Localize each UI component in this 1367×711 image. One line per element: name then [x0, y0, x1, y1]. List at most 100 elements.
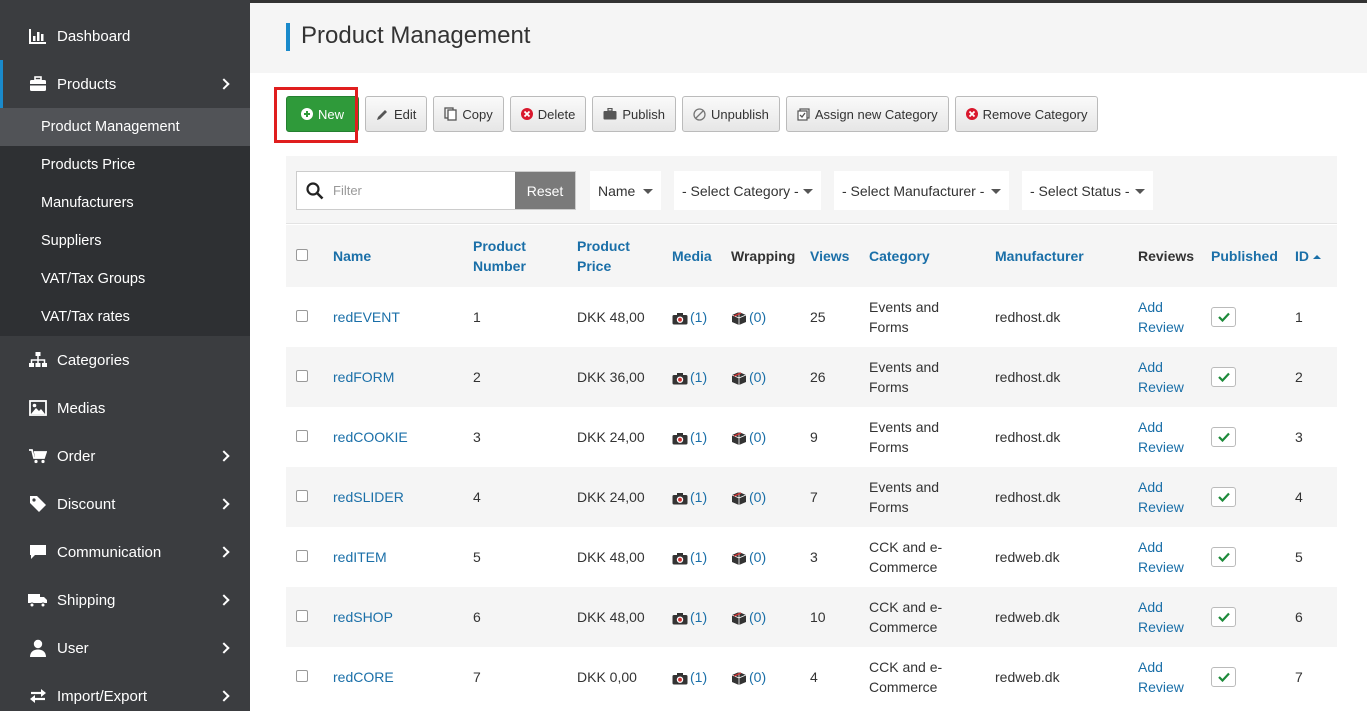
- add-review-link[interactable]: Add Review: [1138, 599, 1184, 635]
- published-toggle[interactable]: [1211, 487, 1236, 507]
- sidebar-item-discount[interactable]: Discount: [0, 480, 250, 528]
- header-category[interactable]: Category: [869, 248, 930, 264]
- sidebar-item-products[interactable]: Products: [0, 60, 250, 108]
- product-name-link[interactable]: redSHOP: [333, 609, 393, 625]
- wrapping-count-link[interactable]: (0): [749, 669, 766, 685]
- product-name-link[interactable]: redITEM: [333, 549, 387, 565]
- category-line1: CCK and e-: [869, 539, 943, 555]
- media-count-link[interactable]: (1): [690, 489, 707, 505]
- submenu-item-suppliers[interactable]: Suppliers: [0, 222, 250, 260]
- add-review-link[interactable]: Add Review: [1138, 539, 1184, 575]
- sidebar-item-label: Products: [57, 75, 117, 93]
- product-name-link[interactable]: redFORM: [333, 369, 394, 385]
- header-id[interactable]: ID: [1295, 248, 1321, 264]
- media-count-link[interactable]: (1): [690, 429, 707, 445]
- reset-button[interactable]: Reset: [515, 172, 575, 209]
- select-all-checkbox[interactable]: [296, 249, 308, 261]
- remove-category-button[interactable]: Remove Category: [954, 96, 1099, 132]
- category-line2: Commerce: [869, 679, 938, 695]
- category-select[interactable]: - Select Category -: [674, 171, 821, 210]
- add-review-line1: Add: [1138, 419, 1163, 435]
- media-count-link[interactable]: (1): [690, 369, 707, 385]
- sidebar-item-user[interactable]: User: [0, 624, 250, 672]
- sidebar-item-medias[interactable]: Medias: [0, 384, 250, 432]
- header-product-number[interactable]: Product Number: [473, 238, 526, 274]
- copy-button[interactable]: Copy: [433, 96, 504, 132]
- product-price: DKK 36,00: [577, 347, 672, 407]
- media-count-link[interactable]: (1): [690, 669, 707, 685]
- product-name-link[interactable]: redCOOKIE: [333, 429, 408, 445]
- row-checkbox[interactable]: [296, 310, 308, 322]
- product-number: 4: [473, 467, 577, 527]
- header-product-number-line2: Number: [473, 258, 526, 274]
- submenu-item-vat-tax-groups[interactable]: VAT/Tax Groups: [0, 260, 250, 298]
- header-published[interactable]: Published: [1211, 248, 1278, 264]
- published-toggle[interactable]: [1211, 667, 1236, 687]
- header-name[interactable]: Name: [333, 248, 371, 264]
- add-review-link[interactable]: Add Review: [1138, 359, 1184, 395]
- wrapping-count-link[interactable]: (0): [749, 429, 766, 445]
- published-toggle[interactable]: [1211, 307, 1236, 327]
- wrapping-count-link[interactable]: (0): [749, 609, 766, 625]
- chevron-right-icon: [218, 546, 230, 558]
- category-line1: Events and: [869, 479, 940, 495]
- status-select-value: - Select Status -: [1030, 182, 1130, 199]
- product-name-link[interactable]: redCORE: [333, 669, 394, 685]
- sidebar-item-dashboard[interactable]: Dashboard: [0, 0, 250, 60]
- header-product-price-line1: Product: [577, 238, 630, 254]
- sidebar-item-order[interactable]: Order: [0, 432, 250, 480]
- assign-category-button[interactable]: Assign new Category: [785, 96, 949, 132]
- submenu-item-product-management[interactable]: Product Management: [0, 108, 250, 146]
- submenu-item-manufacturers[interactable]: Manufacturers: [0, 184, 250, 222]
- row-checkbox[interactable]: [296, 550, 308, 562]
- manufacturer-select[interactable]: - Select Manufacturer -: [834, 171, 1009, 210]
- filter-input[interactable]: [333, 172, 515, 209]
- product-price: DKK 48,00: [577, 587, 672, 647]
- wrapping-count-link[interactable]: (0): [749, 309, 766, 325]
- edit-button-label: Edit: [394, 106, 417, 122]
- row-checkbox[interactable]: [296, 610, 308, 622]
- row-checkbox[interactable]: [296, 430, 308, 442]
- add-review-link[interactable]: Add Review: [1138, 659, 1184, 695]
- comment-icon: [28, 543, 48, 561]
- wrapping-count-link[interactable]: (0): [749, 549, 766, 565]
- status-select[interactable]: - Select Status -: [1022, 171, 1153, 210]
- published-toggle[interactable]: [1211, 607, 1236, 627]
- published-toggle[interactable]: [1211, 367, 1236, 387]
- header-product-price[interactable]: Product Price: [577, 238, 630, 274]
- header-product-price-line2: Price: [577, 258, 612, 274]
- sidebar-item-communication[interactable]: Communication: [0, 528, 250, 576]
- wrapping-count-link[interactable]: (0): [749, 369, 766, 385]
- published-toggle[interactable]: [1211, 547, 1236, 567]
- sidebar-item-shipping[interactable]: Shipping: [0, 576, 250, 624]
- product-price: DKK 48,00: [577, 287, 672, 347]
- row-checkbox[interactable]: [296, 490, 308, 502]
- edit-button[interactable]: Edit: [365, 96, 428, 132]
- product-table: Name Product Number Product Price Media Wr…: [286, 225, 1337, 707]
- media-count-link[interactable]: (1): [690, 309, 707, 325]
- product-name-link[interactable]: redEVENT: [333, 309, 400, 325]
- product-id: 2: [1295, 347, 1337, 407]
- delete-button[interactable]: Delete: [509, 96, 587, 132]
- row-checkbox[interactable]: [296, 670, 308, 682]
- published-toggle[interactable]: [1211, 427, 1236, 447]
- sort-select[interactable]: Name: [590, 171, 661, 210]
- header-views[interactable]: Views: [810, 248, 849, 264]
- row-checkbox[interactable]: [296, 370, 308, 382]
- media-count-link[interactable]: (1): [690, 609, 707, 625]
- add-review-link[interactable]: Add Review: [1138, 479, 1184, 515]
- wrapping-count-link[interactable]: (0): [749, 489, 766, 505]
- add-review-link[interactable]: Add Review: [1138, 299, 1184, 335]
- header-media[interactable]: Media: [672, 248, 712, 264]
- sidebar-item-import-export[interactable]: Import/Export: [0, 672, 250, 711]
- new-button[interactable]: New: [286, 96, 360, 132]
- publish-button[interactable]: Publish: [592, 96, 676, 132]
- submenu-item-vat-tax-rates[interactable]: VAT/Tax rates: [0, 298, 250, 336]
- header-manufacturer[interactable]: Manufacturer: [995, 248, 1084, 264]
- add-review-link[interactable]: Add Review: [1138, 419, 1184, 455]
- unpublish-button[interactable]: Unpublish: [682, 96, 780, 132]
- submenu-item-products-price[interactable]: Products Price: [0, 146, 250, 184]
- media-count-link[interactable]: (1): [690, 549, 707, 565]
- product-name-link[interactable]: redSLIDER: [333, 489, 404, 505]
- sidebar-item-categories[interactable]: Categories: [0, 336, 250, 384]
